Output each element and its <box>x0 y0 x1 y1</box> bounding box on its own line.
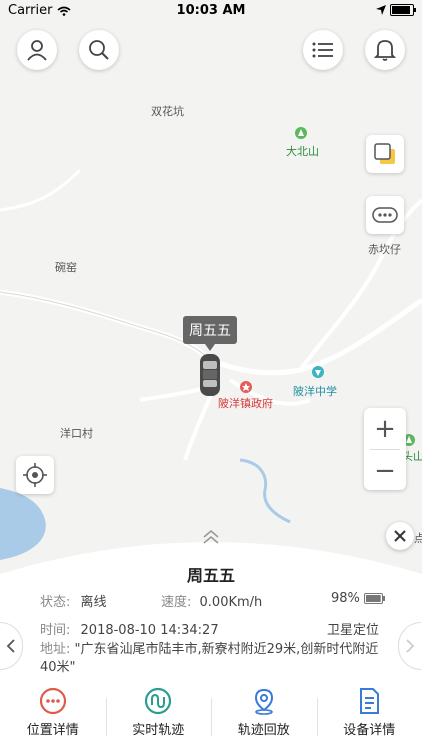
place-label: 陂洋中学 <box>293 385 337 398</box>
crosshair-icon <box>23 463 47 487</box>
zoom-in-button[interactable]: + <box>364 408 406 449</box>
speed-value: 0.00Km/h <box>199 595 263 610</box>
close-panel-button[interactable] <box>386 522 414 550</box>
status-row: 状态: 离线 <box>40 591 107 610</box>
zoom-out-button[interactable]: − <box>364 450 406 491</box>
status-value: 离线 <box>80 595 107 610</box>
action-label: 轨迹回放 <box>237 723 290 738</box>
place-label: 双花坑 <box>151 105 184 118</box>
notification-button[interactable] <box>365 30 405 70</box>
battery-row: 98% <box>331 591 386 606</box>
location-pin-icon <box>254 688 273 715</box>
more-button[interactable] <box>366 196 404 234</box>
status-label: 状态: <box>40 595 71 610</box>
chevron-right-icon <box>406 639 415 653</box>
more-icon <box>372 207 398 223</box>
chevron-up-icon[interactable] <box>202 528 220 546</box>
layers-icon <box>374 143 395 164</box>
place-label: 洋口村 <box>60 427 93 440</box>
realtime-track-button[interactable]: 实时轨迹 <box>105 682 212 750</box>
search-icon <box>89 40 109 60</box>
address-label: 地址: <box>40 642 71 657</box>
locate-button[interactable] <box>16 456 54 494</box>
time-label: 时间: <box>40 623 71 638</box>
status-right <box>376 4 416 16</box>
device-details-button[interactable]: 设备详情 <box>316 682 422 750</box>
track-playback-button[interactable]: 轨迹回放 <box>211 682 317 750</box>
battery-value: 98% <box>331 591 360 606</box>
location-arrow-icon <box>376 5 386 15</box>
time-row: 时间: 2018-08-10 14:34:27 <box>40 619 219 638</box>
speed-label: 速度: <box>161 595 192 610</box>
action-label: 实时轨迹 <box>132 723 185 738</box>
action-label: 位置详情 <box>26 723 79 738</box>
bell-icon <box>374 40 396 61</box>
vehicle-name: 周五五 <box>186 566 235 585</box>
clock: 10:03 AM <box>176 3 246 18</box>
speed-row: 速度: 0.00Km/h <box>161 591 262 610</box>
time-value: 2018-08-10 14:34:27 <box>80 623 219 638</box>
battery-level-icon <box>363 593 385 604</box>
profile-button[interactable] <box>17 30 57 70</box>
list-icon <box>312 42 333 58</box>
close-icon <box>394 530 406 542</box>
status-bar: Carrier 10:03 AM <box>0 0 422 22</box>
zoom-control: + − <box>364 408 406 490</box>
more-circle-icon <box>39 687 66 715</box>
document-icon <box>360 688 380 714</box>
search-button[interactable] <box>79 30 119 70</box>
chevron-left-icon <box>6 639 15 653</box>
track-icon <box>145 687 172 715</box>
battery-icon <box>390 4 416 16</box>
location-details-button[interactable]: 位置详情 <box>0 682 106 750</box>
address-row: 地址: "广东省汕尾市陆丰市,新寮村附近29米,创新时代附近40米" <box>40 641 380 677</box>
place-label: 赤坎仔 <box>368 243 401 256</box>
place-label: 碗窑 <box>55 261 77 274</box>
car-marker-icon[interactable] <box>197 352 223 398</box>
user-icon <box>27 40 47 61</box>
action-label: 设备详情 <box>343 723 396 738</box>
layer-button[interactable] <box>366 135 404 173</box>
action-bar: 位置详情 实时轨迹 轨迹回放 设备详情 <box>0 682 422 750</box>
address-value: "广东省汕尾市陆丰市,新寮村附近29米,创新时代附近40米" <box>40 642 379 675</box>
place-label: 大北山 <box>286 145 319 158</box>
vehicle-label-bubble: 周五五 <box>183 316 237 351</box>
place-label: 陂洋镇政府 <box>218 397 273 410</box>
positioning-type: 卫星定位 <box>327 623 380 638</box>
list-button[interactable] <box>303 30 343 70</box>
